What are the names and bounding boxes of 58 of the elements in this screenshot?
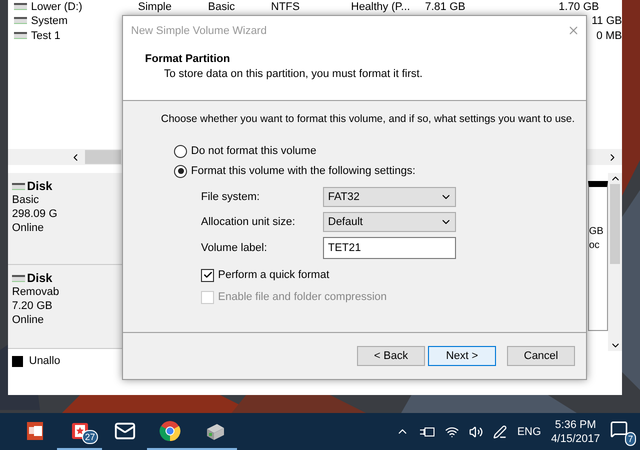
scrollbar-thumb[interactable]: [610, 184, 620, 264]
table-cell-text: NTFS: [271, 0, 301, 12]
language-indicator[interactable]: ENG: [517, 426, 542, 438]
disk-status: Online: [12, 221, 45, 235]
volume-name: Lower (D:): [31, 0, 84, 12]
wifi-icon[interactable]: [445, 424, 460, 438]
table-cell-text: Healthy (P...: [351, 0, 412, 12]
drive-icon: [14, 32, 27, 39]
disk-size: 7.20 GB: [12, 299, 54, 313]
dropdown[interactable]: FAT32: [323, 187, 456, 207]
notifications-icon[interactable]: [610, 420, 628, 438]
dialog-title: New Simple Volume Wizard: [131, 24, 267, 36]
radio-option[interactable]: Do not format this volume: [174, 141, 586, 161]
drive-icon: [14, 3, 27, 10]
table-cell-text: Basic: [208, 0, 236, 12]
table-cell-text: 0 MB: [595, 30, 622, 42]
radio-button[interactable]: [174, 164, 187, 178]
drive-icon: [14, 17, 27, 24]
table-cell-text: 7.81 GB: [425, 0, 466, 12]
page-subheading: To store data on this partition, you must format it first.: [164, 68, 424, 80]
table-cell-text: 11 GB: [590, 14, 622, 26]
disk-size: 298.09 G: [12, 207, 58, 221]
dialog-button[interactable]: Next >: [428, 346, 496, 366]
scrollbar-thumb[interactable]: [85, 150, 121, 164]
browser-icon: [158, 420, 180, 442]
field-label: Volume label:: [201, 242, 268, 254]
dropdown[interactable]: Default: [323, 212, 456, 232]
legend-label: Unallo: [29, 355, 60, 367]
power-plug-icon[interactable]: [419, 426, 436, 438]
volume-name: System: [31, 14, 69, 26]
instruction-text: Choose whether you want to format this volume, and if so, what settings you want to use.: [161, 113, 576, 125]
legend-swatch: [12, 356, 23, 366]
volume-icon[interactable]: [469, 424, 484, 438]
slides-app-icon: [24, 420, 44, 440]
checkbox[interactable]: [201, 268, 214, 282]
radio-option[interactable]: Format this volume with the following settings:: [174, 161, 586, 181]
page-heading: Format Partition: [145, 53, 231, 65]
table-cell-text: 1.70 GB: [558, 0, 599, 12]
dialog-button[interactable]: Cancel: [507, 346, 575, 366]
disk-name: Disk: [27, 271, 52, 285]
field-label: Allocation unit size:: [201, 216, 296, 228]
checkbox-option[interactable]: Perform a quick format: [201, 264, 586, 286]
disk-status: Online: [12, 313, 45, 327]
input-field[interactable]: TET21: [323, 237, 456, 259]
volume-name: Test 1: [31, 30, 62, 42]
dialog-button[interactable]: < Back: [357, 346, 425, 366]
clock[interactable]: 5:36 PM 4/15/2017: [551, 418, 600, 446]
count-badge: 7: [624, 432, 636, 446]
taskbar-app[interactable]: 27: [57, 413, 102, 450]
close-icon[interactable]: [567, 24, 580, 37]
field-label: File system:: [201, 191, 261, 203]
table-cell-text: Simple: [138, 0, 173, 12]
count-badge: 27: [82, 430, 98, 444]
disk-name: Disk: [27, 179, 52, 193]
radio-button[interactable]: [174, 144, 187, 158]
pen-icon[interactable]: [493, 424, 508, 438]
disk-type: Basic: [12, 193, 40, 207]
disk-type: Removab: [12, 285, 60, 299]
